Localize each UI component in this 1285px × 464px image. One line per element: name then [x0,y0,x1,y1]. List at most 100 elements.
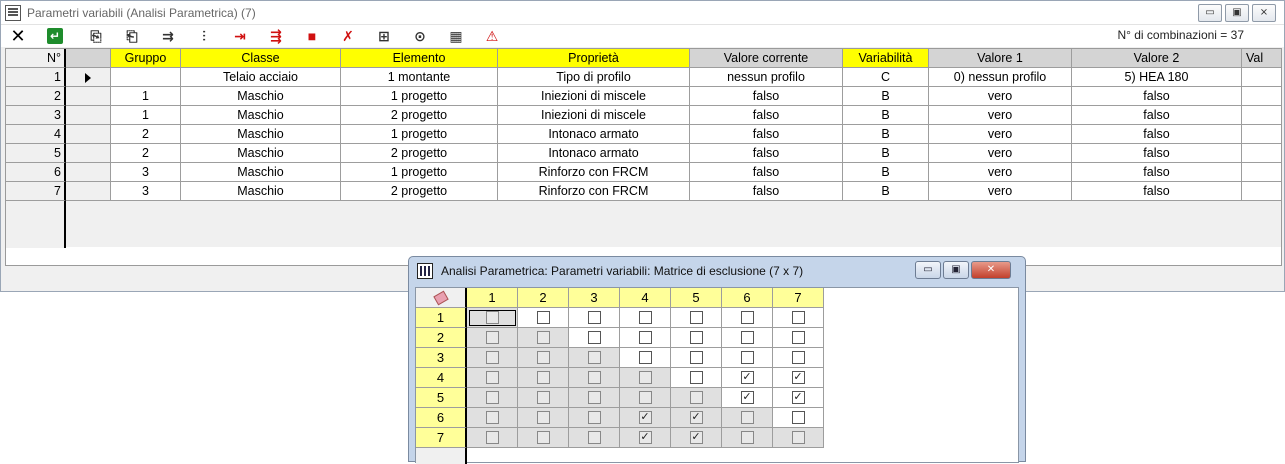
add-param-icon[interactable]: ⇥ [229,26,251,46]
confirm-icon[interactable]: ↵ [47,28,63,44]
table-cell[interactable]: falso [1072,163,1242,182]
table-cell[interactable]: Rinforzo con FRCM [498,182,690,201]
matrix-icon[interactable]: ⊞ [373,26,395,46]
exclusion-checkbox-cell[interactable] [620,368,671,388]
exclusion-checkbox-cell[interactable] [773,348,824,368]
table-cell[interactable]: falso [1072,144,1242,163]
table-cell[interactable]: 1 montante [341,68,498,87]
checkbox[interactable] [638,351,652,364]
matrix-row-header[interactable]: 5 [416,388,467,408]
exclusion-checkbox-cell[interactable] [722,428,773,448]
eraser-icon[interactable] [432,290,449,305]
checkbox[interactable] [791,431,805,444]
matrix-row-header[interactable]: 3 [416,348,467,368]
checkbox[interactable] [791,331,805,344]
checkbox[interactable]: ✓ [740,371,754,384]
checkbox[interactable] [587,371,601,384]
table-cell[interactable]: 2 [111,144,181,163]
exclusion-checkbox-cell[interactable] [569,428,620,448]
table-cell[interactable]: Telaio acciaio [181,68,341,87]
table-cell[interactable]: falso [1072,182,1242,201]
matrix-row-header[interactable]: 1 [416,308,467,328]
table-cell[interactable]: 1 [111,87,181,106]
checkbox[interactable] [689,331,703,344]
column-header[interactable]: Valore 1 [929,49,1072,68]
table-cell[interactable]: Rinforzo con FRCM [498,163,690,182]
matrix-column-header[interactable]: 6 [722,288,773,308]
row-number[interactable]: 3 [6,106,66,125]
table-cell[interactable]: B [843,144,929,163]
matrix-close-button[interactable]: ✕ [971,261,1011,279]
exclusion-checkbox-cell[interactable] [773,308,824,328]
checkbox[interactable] [485,371,499,384]
paste-icon[interactable]: ⎗ [121,26,143,46]
restore-button[interactable]: ▣ [1225,4,1249,22]
exclusion-checkbox-cell[interactable] [569,328,620,348]
exclusion-checkbox-cell[interactable] [671,368,722,388]
row-number[interactable]: 5 [6,144,66,163]
exclusion-checkbox-cell[interactable] [671,348,722,368]
table-row[interactable]: 5 2 Maschio 2 progetto Intonaco armato falso B… [6,144,1281,163]
exclusion-checkbox-cell[interactable] [467,308,518,328]
table-cell[interactable]: Intonaco armato [498,125,690,144]
checkbox[interactable] [689,371,703,384]
table-cell[interactable]: Maschio [181,87,341,106]
checkbox[interactable] [638,331,652,344]
checkbox[interactable] [485,391,499,404]
check-icon[interactable]: ⊙ [409,26,431,46]
table-cell[interactable]: Iniezioni di miscele [498,87,690,106]
run-icon[interactable]: ▦ [445,26,467,46]
table-cell[interactable] [1242,125,1281,144]
copy-icon[interactable]: ⎘ [85,26,107,46]
table-cell[interactable]: 3 [111,182,181,201]
exclusion-checkbox-cell[interactable] [518,368,569,388]
column-header[interactable]: Valore 2 [1072,49,1242,68]
exclusion-checkbox-cell[interactable] [569,388,620,408]
table-row[interactable]: 3 1 Maschio 2 progetto Iniezioni di miscele f… [6,106,1281,125]
table-cell[interactable]: falso [690,163,843,182]
table-cell[interactable]: C [843,68,929,87]
exclusion-checkbox-cell[interactable] [518,408,569,428]
checkbox[interactable] [689,391,703,404]
matrix-column-header[interactable]: 1 [467,288,518,308]
table-cell[interactable]: Maschio [181,163,341,182]
checkbox[interactable] [587,331,601,344]
row-selector[interactable] [66,68,111,87]
table-cell[interactable]: falso [1072,106,1242,125]
table-row[interactable]: 7 3 Maschio 2 progetto Rinforzo con FRCM fals… [6,182,1281,201]
row-number[interactable]: 1 [6,68,66,87]
exclusion-checkbox-cell[interactable]: ✓ [722,388,773,408]
delete-icon[interactable]: ■ [301,26,323,46]
checkbox[interactable] [791,311,805,324]
table-cell[interactable]: vero [929,125,1072,144]
close-window-button[interactable]: ⨯ [1252,4,1276,22]
checkbox[interactable] [536,331,550,344]
exclusion-checkbox-cell[interactable] [467,388,518,408]
table-cell[interactable]: falso [1072,87,1242,106]
row-number[interactable]: 4 [6,125,66,144]
checkbox[interactable] [485,351,499,364]
exclusion-checkbox-cell[interactable]: ✓ [773,368,824,388]
column-header[interactable]: N° [6,49,66,68]
row-selector[interactable] [66,163,111,182]
checkbox[interactable] [536,351,550,364]
checkbox[interactable] [587,391,601,404]
exclusion-checkbox-cell[interactable]: ✓ [671,428,722,448]
row-selector[interactable] [66,106,111,125]
table-cell[interactable]: 1 progetto [341,163,498,182]
column-header[interactable]: Gruppo [111,49,181,68]
table-cell[interactable]: 3 [111,163,181,182]
exclusion-checkbox-cell[interactable] [518,388,569,408]
checkbox[interactable]: ✓ [740,391,754,404]
checkbox[interactable] [740,411,754,424]
checkbox[interactable] [740,431,754,444]
remove-icon[interactable]: ✗ [337,26,359,46]
matrix-row-header[interactable]: 6 [416,408,467,428]
matrix-corner[interactable] [416,288,467,308]
exclusion-checkbox-cell[interactable]: ✓ [620,408,671,428]
exclusion-checkbox-cell[interactable] [773,428,824,448]
exclusion-checkbox-cell[interactable] [773,328,824,348]
exclusion-checkbox-cell[interactable] [518,348,569,368]
exclusion-checkbox-cell[interactable] [467,428,518,448]
table-cell[interactable] [1242,106,1281,125]
